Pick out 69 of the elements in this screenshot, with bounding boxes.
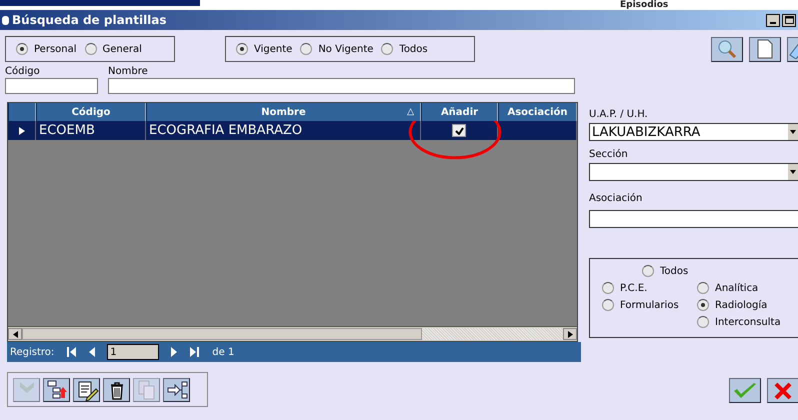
navigator-label: Registro: xyxy=(10,346,54,358)
radio-button[interactable] xyxy=(300,43,312,55)
document-icon xyxy=(757,39,773,59)
search-field[interactable] xyxy=(108,78,575,94)
maximize-icon xyxy=(784,16,794,24)
radio-label: Radiología xyxy=(715,300,768,310)
minimize-button[interactable] xyxy=(766,14,780,26)
search-button[interactable] xyxy=(711,36,743,62)
next-record-button[interactable] xyxy=(171,347,178,357)
radio-label: Vigente xyxy=(254,44,292,54)
toolbar-button[interactable] xyxy=(163,378,190,402)
radio-label: Personal xyxy=(34,44,77,54)
field-label: Nombre xyxy=(108,66,149,77)
search-field[interactable] xyxy=(5,78,98,94)
horizontal-scrollbar[interactable] xyxy=(8,326,577,341)
record-total: de 1 xyxy=(212,346,234,358)
radio-label: Formularios xyxy=(620,300,679,310)
field-label: Asociación xyxy=(589,193,644,204)
radio-label: Interconsulta xyxy=(715,316,781,328)
radio-button[interactable] xyxy=(602,282,614,294)
maximize-button[interactable] xyxy=(782,14,796,26)
radio-button[interactable] xyxy=(642,265,654,277)
background-tab-label: Episodios xyxy=(620,0,668,10)
tree-export-icon xyxy=(44,378,68,401)
radio-label: Todos xyxy=(660,266,688,276)
toolbar-button[interactable] xyxy=(43,378,70,402)
right-arrow-icon xyxy=(568,330,572,338)
radio-label: Analítica xyxy=(715,282,758,294)
radio-button[interactable] xyxy=(697,282,709,294)
left-arrow-icon xyxy=(12,330,18,338)
field-label: U.A.P. / U.H. xyxy=(589,109,649,120)
accept-button[interactable] xyxy=(729,378,761,403)
last-record-button[interactable] xyxy=(190,347,200,357)
dropdown-arrow-icon xyxy=(790,130,796,134)
sort-indicator: △ xyxy=(407,107,414,117)
row-pointer-icon xyxy=(18,126,26,136)
close-icon xyxy=(773,380,793,400)
first-record-button[interactable] xyxy=(66,347,76,357)
table-row[interactable]: ECOEMB ECOGRAFIA EMBARAZO xyxy=(8,121,577,140)
table-cell: ECOGRAFIA EMBARAZO xyxy=(146,121,421,140)
record-number-field[interactable]: 1 xyxy=(107,344,160,360)
radio-button[interactable] xyxy=(602,299,614,311)
new-document-button[interactable] xyxy=(749,36,781,62)
checkbox[interactable] xyxy=(452,124,466,137)
app-icon xyxy=(2,16,9,24)
radio-label: No Vigente xyxy=(318,44,374,54)
association-field[interactable] xyxy=(589,210,798,228)
radio-label: General xyxy=(102,44,142,54)
uap-dropdown[interactable]: LAKUABIZKARRA xyxy=(589,123,798,141)
radio-label: Todos xyxy=(399,44,428,54)
radio-button[interactable] xyxy=(697,316,709,328)
cancel-button[interactable] xyxy=(767,378,798,403)
radio-button[interactable] xyxy=(84,43,97,55)
radio-button[interactable] xyxy=(236,43,248,55)
radio-label: P.C.E. xyxy=(620,282,648,294)
toolbar-button[interactable] xyxy=(73,378,100,402)
field-label: Código xyxy=(5,66,41,77)
dropdown-arrow-icon xyxy=(790,170,796,174)
toolbar-button[interactable] xyxy=(103,378,130,402)
window-title: Búsqueda de plantillas xyxy=(12,13,167,27)
field-label: Sección xyxy=(589,149,629,160)
checkmark-icon xyxy=(732,380,758,400)
section-dropdown[interactable] xyxy=(589,163,798,181)
search-icon xyxy=(716,39,738,59)
radio-button[interactable] xyxy=(381,43,394,55)
previous-record-button[interactable] xyxy=(88,347,96,357)
radio-button[interactable] xyxy=(697,299,709,311)
table-cell: ECOEMB xyxy=(36,121,146,140)
radio-button[interactable] xyxy=(16,43,28,55)
